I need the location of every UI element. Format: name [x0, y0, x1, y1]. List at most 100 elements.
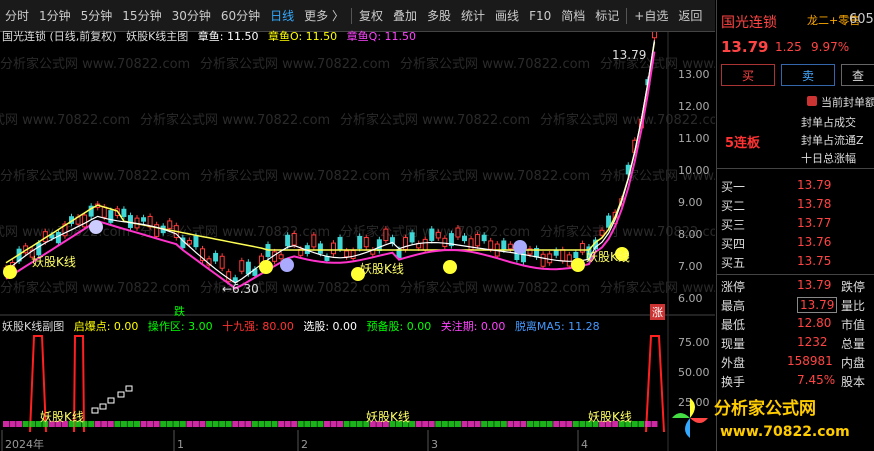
price-change: 1.25: [775, 40, 802, 54]
seal-icon-row: 当前封单额: [807, 94, 874, 109]
stat-row: 涨停 13.79 跌停: [717, 278, 874, 294]
quote-panel: 国光连锁 龙二+零售 6051 13.79 1.25 9.97% 买 卖 查 当…: [716, 0, 874, 451]
time-label: 3: [431, 438, 438, 451]
toolbar-item[interactable]: 多股: [422, 5, 456, 27]
ribbon-cell: [173, 421, 180, 427]
candle-body: [475, 234, 481, 247]
ribbon-cell: [29, 421, 36, 427]
kline-chart[interactable]: 分析家公式网 www.70822.com 分析家公式网 www.70822.com…: [0, 32, 715, 451]
ribbon-cell: [9, 421, 16, 427]
sub-chart-header: 妖股K线副图 启爆点: 0.00 操作区: 3.00 十九强: 80.00 选股…: [2, 318, 606, 334]
toolbar-item[interactable]: +自选: [629, 5, 673, 27]
stat-row: 最低 12.80 市值: [717, 316, 874, 332]
yao-label-2: 妖股K线: [360, 262, 404, 276]
stat-label-2: 股本: [841, 375, 866, 389]
ribbon-cell: [238, 421, 245, 427]
candle-body: [599, 229, 605, 236]
stock-code: 6051: [849, 12, 874, 27]
ribbon-cell: [232, 421, 239, 427]
stock-name: 国光连锁: [721, 15, 777, 31]
toolbar-item[interactable]: 15分钟: [117, 5, 166, 27]
ribbon-cell: [192, 421, 199, 427]
ribbon-cell: [3, 421, 9, 427]
field-yubei: 预备股: 0.00: [366, 320, 432, 333]
candle-body: [101, 206, 107, 218]
ten-day-gain-label: 十日总涨幅: [801, 152, 856, 165]
price-tick: 8.00: [678, 228, 703, 241]
candle-body: [285, 234, 291, 247]
ribbon-cell: [88, 421, 95, 427]
ribbon-cell: [553, 421, 560, 427]
candle-body: [435, 231, 441, 239]
price-tick: 10.00: [678, 164, 710, 177]
candle-body: [488, 240, 494, 250]
ribbon-cell: [206, 421, 213, 427]
ribbon-cell: [533, 421, 540, 427]
stat-label-2: 内盘: [841, 356, 866, 370]
candle-body: [547, 253, 553, 264]
stat-label: 最低: [721, 318, 746, 332]
watermark-text: 分析家公式网 www.70822.com: [0, 280, 190, 296]
stat-value: 1232: [797, 335, 828, 349]
toolbar-item[interactable]: 5分钟: [76, 5, 118, 27]
candle-body: [409, 232, 415, 243]
toolbar-item[interactable]: 标记: [590, 5, 624, 27]
toolbar-item[interactable]: 60分钟: [216, 5, 265, 27]
stat-row: 现量 1232 总量: [717, 335, 874, 351]
toolbar-item[interactable]: 更多 〉: [299, 5, 349, 27]
ribbon-cell: [415, 421, 422, 427]
toolbar-item[interactable]: 画线: [490, 5, 524, 27]
ribbon-cell: [127, 421, 134, 427]
stat-value: 13.79: [797, 297, 838, 313]
toolbar-item[interactable]: 叠加: [388, 5, 422, 27]
candle-body: [213, 252, 219, 262]
bid-price: 13.75: [797, 254, 832, 268]
high-price-label: 13.79: [612, 48, 647, 62]
sub-indicator-name[interactable]: 妖股K线副图: [2, 320, 64, 333]
toolbar-item[interactable]: 复权: [354, 5, 388, 27]
toolbar-item[interactable]: 分时: [0, 5, 34, 27]
logo-url: www.70822.com: [720, 424, 850, 440]
time-label: 2024年: [5, 437, 44, 451]
ribbon-cell: [134, 421, 140, 427]
bid-price: 13.79: [797, 178, 832, 192]
buy-button[interactable]: 买: [721, 64, 775, 86]
stat-value: 158981: [787, 354, 833, 368]
candle-body: [566, 254, 572, 267]
toolbar-item[interactable]: 日线: [265, 5, 299, 27]
ribbon-cell: [468, 421, 475, 427]
face-icon: [443, 260, 457, 274]
toolbar-item[interactable]: 返回: [673, 5, 707, 27]
ribbon-cell: [500, 421, 507, 427]
candle-body: [55, 232, 61, 244]
time-label: 2: [301, 438, 308, 451]
candle-body: [167, 220, 173, 229]
toolbar-item[interactable]: 统计: [456, 5, 490, 27]
query-button[interactable]: 查: [841, 64, 874, 86]
stat-label-2: 量比: [841, 299, 866, 313]
price-tick: 11.00: [678, 132, 710, 145]
ribbon-cell: [114, 421, 121, 427]
candle-body: [553, 249, 559, 256]
face-icon: [89, 220, 103, 234]
step-mark: [91, 407, 99, 414]
ribbon-cell: [225, 421, 232, 427]
ribbon-cell: [448, 421, 455, 427]
watermark-text: 分析家公式网 www.70822.com: [400, 280, 590, 296]
candle-body: [278, 254, 284, 260]
field-shijiu: 十九强: 80.00: [222, 320, 294, 333]
ribbon-cell: [337, 421, 344, 427]
toolbar-item[interactable]: 简档: [556, 5, 590, 27]
ribbon-cell: [638, 421, 645, 427]
seal-amount-label: 当前封单额: [821, 96, 874, 109]
price-change-pct: 9.97%: [811, 40, 850, 54]
ribbon-cell: [520, 421, 527, 427]
ribbon-cell: [245, 421, 252, 427]
toolbar-item[interactable]: F10: [524, 5, 556, 27]
toolbar-item[interactable]: 1分钟: [34, 5, 76, 27]
stat-label-2: 市值: [841, 318, 866, 332]
stat-label: 外盘: [721, 356, 746, 370]
candle-body: [455, 227, 461, 238]
sell-button[interactable]: 卖: [781, 64, 835, 86]
toolbar-item[interactable]: 30分钟: [167, 5, 216, 27]
